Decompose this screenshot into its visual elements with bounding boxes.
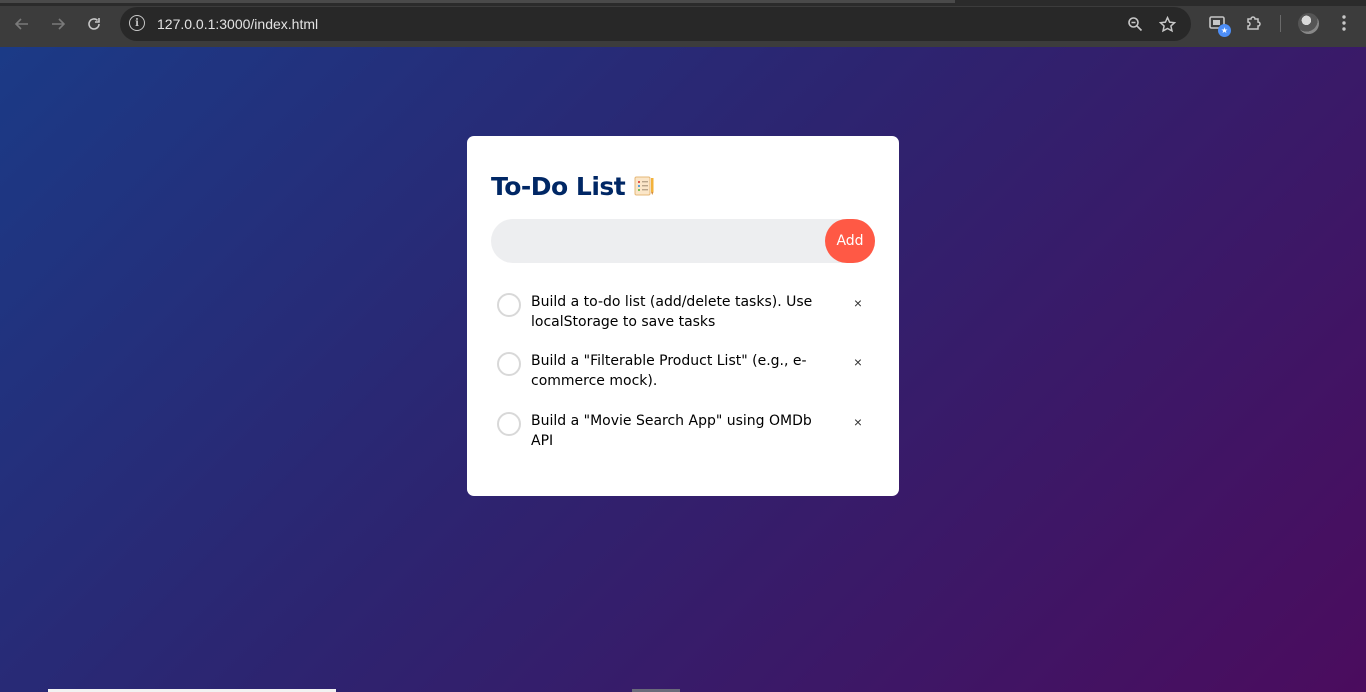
address-bar[interactable]: i 127.0.0.1:3000/index.html xyxy=(120,7,1191,41)
task-text: Build a "Movie Search App" using OMDb AP… xyxy=(531,413,812,449)
task-input-row: Add xyxy=(491,219,875,263)
arrow-left-icon xyxy=(14,18,28,30)
tab-strip xyxy=(0,0,1366,6)
browser-toolbar: i 127.0.0.1:3000/index.html ★ xyxy=(0,0,1366,47)
task-input[interactable] xyxy=(491,219,811,263)
page-title: To-Do List xyxy=(491,172,626,201)
forward-button[interactable] xyxy=(45,11,71,37)
zoom-icon[interactable] xyxy=(1125,14,1145,34)
toolbar-divider xyxy=(1280,15,1281,32)
back-button[interactable] xyxy=(9,11,35,37)
close-icon[interactable]: × xyxy=(849,353,867,371)
extension-badge: ★ xyxy=(1218,24,1231,37)
kebab-menu-icon[interactable] xyxy=(1333,12,1355,34)
notepad-icon xyxy=(633,175,655,197)
add-button[interactable]: Add xyxy=(825,219,875,263)
reload-button[interactable] xyxy=(81,11,107,37)
page-viewport: To-Do List Add Build a to-do list (add/d… xyxy=(0,47,1366,692)
checkbox[interactable] xyxy=(497,412,521,436)
close-icon[interactable]: × xyxy=(849,413,867,431)
task-text: Build a to-do list (add/delete tasks). U… xyxy=(531,294,813,330)
arrow-right-icon xyxy=(52,18,66,30)
puzzle-icon[interactable] xyxy=(1243,12,1265,34)
close-icon[interactable]: × xyxy=(849,294,867,312)
star-icon[interactable] xyxy=(1157,14,1177,34)
avatar[interactable] xyxy=(1298,13,1319,34)
checkbox[interactable] xyxy=(497,293,521,317)
info-icon[interactable]: i xyxy=(129,15,145,31)
reload-icon xyxy=(88,18,100,30)
task-text: Build a "Filterable Product List" (e.g.,… xyxy=(531,353,807,389)
todo-card: To-Do List Add Build a to-do list (add/d… xyxy=(467,136,899,496)
checkbox[interactable] xyxy=(497,352,521,376)
url-text: 127.0.0.1:3000/index.html xyxy=(157,16,319,32)
